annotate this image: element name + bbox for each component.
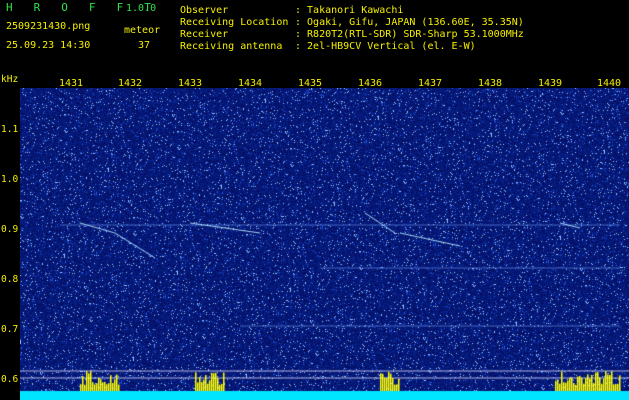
x-tick-label: 1434 [238, 78, 263, 89]
info-label: Observer [180, 5, 229, 16]
info-value: : Ogaki, Gifu, JAPAN (136.60E, 35.35N) [295, 17, 524, 28]
info-label: Receiver [180, 29, 229, 40]
x-tick-label: 1439 [538, 78, 563, 89]
y-tick-label: 1.1 [1, 124, 19, 135]
axis-unit: kHz [1, 74, 19, 85]
y-tick-label: 0.7 [1, 324, 19, 335]
y-tick-label: 1.0 [1, 174, 19, 185]
datetime: 25.09.23 14:30 [6, 40, 91, 51]
x-tick-label: 1437 [418, 78, 443, 89]
info-label: Receiving antenna [180, 41, 283, 52]
y-tick-label: 0.6 [1, 374, 19, 385]
app-version: 1.0.0 [126, 3, 157, 14]
info-label: Receiving Location [180, 17, 289, 28]
x-tick-label: 1436 [358, 78, 383, 89]
y-tick-label: 0.8 [1, 274, 19, 285]
x-tick-label: 1438 [478, 78, 503, 89]
meteor-count: 37 [138, 40, 151, 51]
info-value: : 2el-HB9CV Vertical (el. E-W) [295, 41, 476, 52]
spectrogram [20, 88, 629, 400]
header-panel: H R O F F T 1.0.0 2509231430.png meteor … [0, 0, 629, 72]
x-tick-label: 1435 [298, 78, 323, 89]
info-value: : R820T2(RTL-SDR) SDR-Sharp 53.1000MHz [295, 29, 524, 40]
file-name: 2509231430.png [6, 21, 91, 32]
x-tick-label: 1440 [597, 78, 622, 89]
y-tick-label: 0.9 [1, 224, 19, 235]
x-tick-label: 1433 [178, 78, 203, 89]
frequency-axis: kHz 1.1 1.0 0.9 0.8 0.7 0.6 [0, 72, 20, 400]
mode-label: meteor [124, 25, 161, 36]
info-value: : Takanori Kawachi [295, 5, 404, 16]
x-tick-label: 1431 [59, 78, 84, 89]
x-tick-label: 1432 [118, 78, 143, 89]
